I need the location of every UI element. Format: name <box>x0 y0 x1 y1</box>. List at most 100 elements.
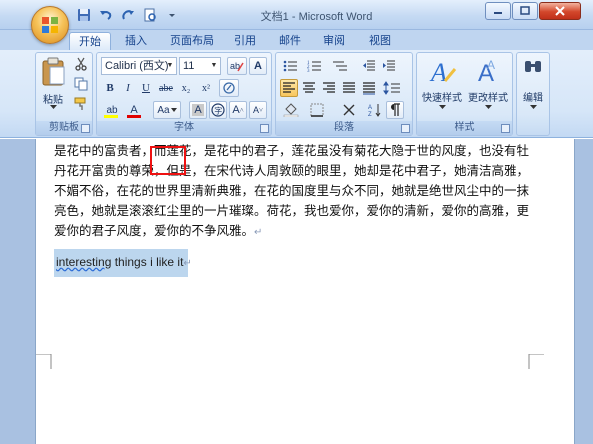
font-group: Calibri (西文) ▼ 11 ▼ ab A B I U abe x₂ x²… <box>96 52 272 136</box>
font-color-button[interactable]: A <box>125 101 143 119</box>
align-left-icon <box>283 82 295 93</box>
clipboard-dialog-launcher[interactable] <box>81 124 90 133</box>
shrink-caret-icon: ˅ <box>259 106 263 114</box>
tab-references[interactable]: 引用 <box>227 32 263 50</box>
copy-button[interactable] <box>72 75 90 93</box>
document-line: 是花中的富贵者，而莲花，是花中的君子，莲花虽没有菊花大隐于世的风度，也没有牡 <box>54 143 530 158</box>
increase-indent-icon <box>383 60 395 71</box>
title-bar: 文档1 - Microsoft Word <box>0 0 593 30</box>
tab-review[interactable]: 审阅 <box>316 32 352 50</box>
document-area: 是花中的富贵者，而莲花，是花中的君子，莲花虽没有菊花大隐于世的风度，也没有牡 丹… <box>0 139 593 444</box>
align-left-button[interactable] <box>280 79 298 97</box>
font-size-combo[interactable]: 11 ▼ <box>179 57 221 75</box>
align-right-button[interactable] <box>320 79 338 97</box>
line-spacing-icon <box>383 81 400 95</box>
multilevel-list-button[interactable] <box>328 57 352 75</box>
tab-insert[interactable]: 插入 <box>118 32 154 50</box>
maximize-button[interactable] <box>512 2 538 20</box>
italic-button[interactable]: I <box>119 79 137 97</box>
maximize-icon <box>520 6 530 15</box>
show-marks-button[interactable] <box>386 101 404 119</box>
decrease-indent-icon <box>363 60 375 71</box>
scissors-icon <box>75 57 87 71</box>
paste-label: 粘贴 <box>43 95 63 106</box>
change-styles-button[interactable]: A A 更改样式 <box>465 55 511 117</box>
window-controls <box>485 2 581 20</box>
tab-home[interactable]: 开始 <box>69 32 111 50</box>
sort-button[interactable]: AZ <box>366 101 384 119</box>
subscript-button[interactable]: x₂ <box>177 79 195 97</box>
editing-group: 编辑 <box>516 52 550 136</box>
decrease-indent-button[interactable] <box>360 57 378 75</box>
margin-corner-mark-right <box>528 354 544 369</box>
format-painter-button[interactable] <box>72 95 90 113</box>
borders-button[interactable] <box>306 101 332 119</box>
superscript-button[interactable]: x² <box>197 79 215 97</box>
underline-button[interactable]: U <box>137 79 155 97</box>
shading-bucket-icon <box>283 103 299 117</box>
paragraph-mark-icon: ↵ <box>254 227 263 238</box>
document-line-last: 爱你的君子风度，爱你的不争风雅。↵ <box>54 221 534 243</box>
enclose-characters-button[interactable]: 字 <box>209 101 227 119</box>
text-effects-button[interactable] <box>219 79 239 97</box>
align-center-button[interactable] <box>300 79 318 97</box>
bullets-button[interactable] <box>280 57 302 75</box>
justify-icon <box>343 82 355 93</box>
multilevel-list-icon <box>333 61 347 71</box>
character-shading-button[interactable]: A <box>189 101 207 119</box>
selected-text[interactable]: interesting things i like it↵ <box>56 255 192 269</box>
highlight-button[interactable]: ab <box>101 101 123 119</box>
font-name-combo[interactable]: Calibri (西文) ▼ <box>101 57 177 75</box>
numbering-icon: 123 <box>307 61 321 73</box>
editing-label: 编辑 <box>523 93 543 104</box>
asian-layout-button[interactable] <box>338 101 364 119</box>
document-line-text: 爱你的君子风度，爱你的不争风雅。 <box>54 223 255 238</box>
grow-font-icon: A <box>232 104 240 116</box>
character-border-button[interactable]: A <box>249 57 267 75</box>
tab-page-layout[interactable]: 页面布局 <box>163 32 221 50</box>
ribbon: 粘贴 剪贴板 Calibri (西文) ▼ 11 ▼ ab A B I U ab… <box>0 50 593 175</box>
paragraph-mark-icon: ↵ <box>183 258 192 269</box>
close-icon <box>555 6 565 16</box>
close-button[interactable] <box>539 2 581 20</box>
align-right-icon <box>323 82 335 93</box>
text-effects-icon <box>223 82 235 94</box>
strikethrough-button[interactable]: abe <box>157 79 175 97</box>
line-spacing-button[interactable] <box>380 79 404 97</box>
svg-text:A: A <box>487 58 495 72</box>
numbering-button[interactable]: 123 <box>304 57 326 75</box>
highlight-color-bar <box>104 115 118 118</box>
clear-formatting-icon: ab <box>230 61 244 72</box>
shading-button[interactable] <box>280 101 302 119</box>
paragraph-mark-icon <box>391 103 400 116</box>
cut-button[interactable] <box>72 55 90 73</box>
paste-button[interactable]: 粘贴 <box>38 55 68 113</box>
styles-dialog-launcher[interactable] <box>501 124 510 133</box>
office-button[interactable] <box>31 6 69 44</box>
bold-button[interactable]: B <box>101 79 119 97</box>
change-case-button[interactable]: Aa <box>153 101 181 119</box>
increase-indent-button[interactable] <box>380 57 398 75</box>
justify-button[interactable] <box>340 79 358 97</box>
distributed-button[interactable] <box>360 79 378 97</box>
ribbon-tab-bar: 开始 插入 页面布局 引用 邮件 审阅 视图 <box>0 30 593 50</box>
editing-button[interactable]: 编辑 <box>518 55 548 117</box>
minimize-button[interactable] <box>485 2 511 20</box>
align-center-icon <box>303 82 315 93</box>
quick-styles-button[interactable]: A 快速样式 <box>419 55 465 117</box>
selected-word: interesting <box>56 255 112 269</box>
tab-view[interactable]: 视图 <box>362 32 398 50</box>
font-name-value: Calibri (西文) <box>105 60 169 72</box>
font-dialog-launcher[interactable] <box>260 124 269 133</box>
styles-group-label: 样式 <box>417 121 512 135</box>
tab-mailings[interactable]: 邮件 <box>272 32 308 50</box>
clear-formatting-button[interactable]: ab <box>227 57 247 75</box>
shrink-font-button[interactable]: A ˅ <box>249 101 267 119</box>
dropdown-arrow-icon <box>170 108 177 112</box>
paragraph-dialog-launcher[interactable] <box>401 124 410 133</box>
dropdown-arrow-icon: ▼ <box>210 62 218 69</box>
document-page[interactable]: 是花中的富贵者，而莲花，是花中的君子，莲花虽没有菊花大隐于世的风度，也没有牡 丹… <box>35 139 575 444</box>
paragraph-group-label: 段落 <box>276 121 412 135</box>
character-shading-icon: A <box>192 104 204 116</box>
grow-font-button[interactable]: A ˄ <box>229 101 247 119</box>
